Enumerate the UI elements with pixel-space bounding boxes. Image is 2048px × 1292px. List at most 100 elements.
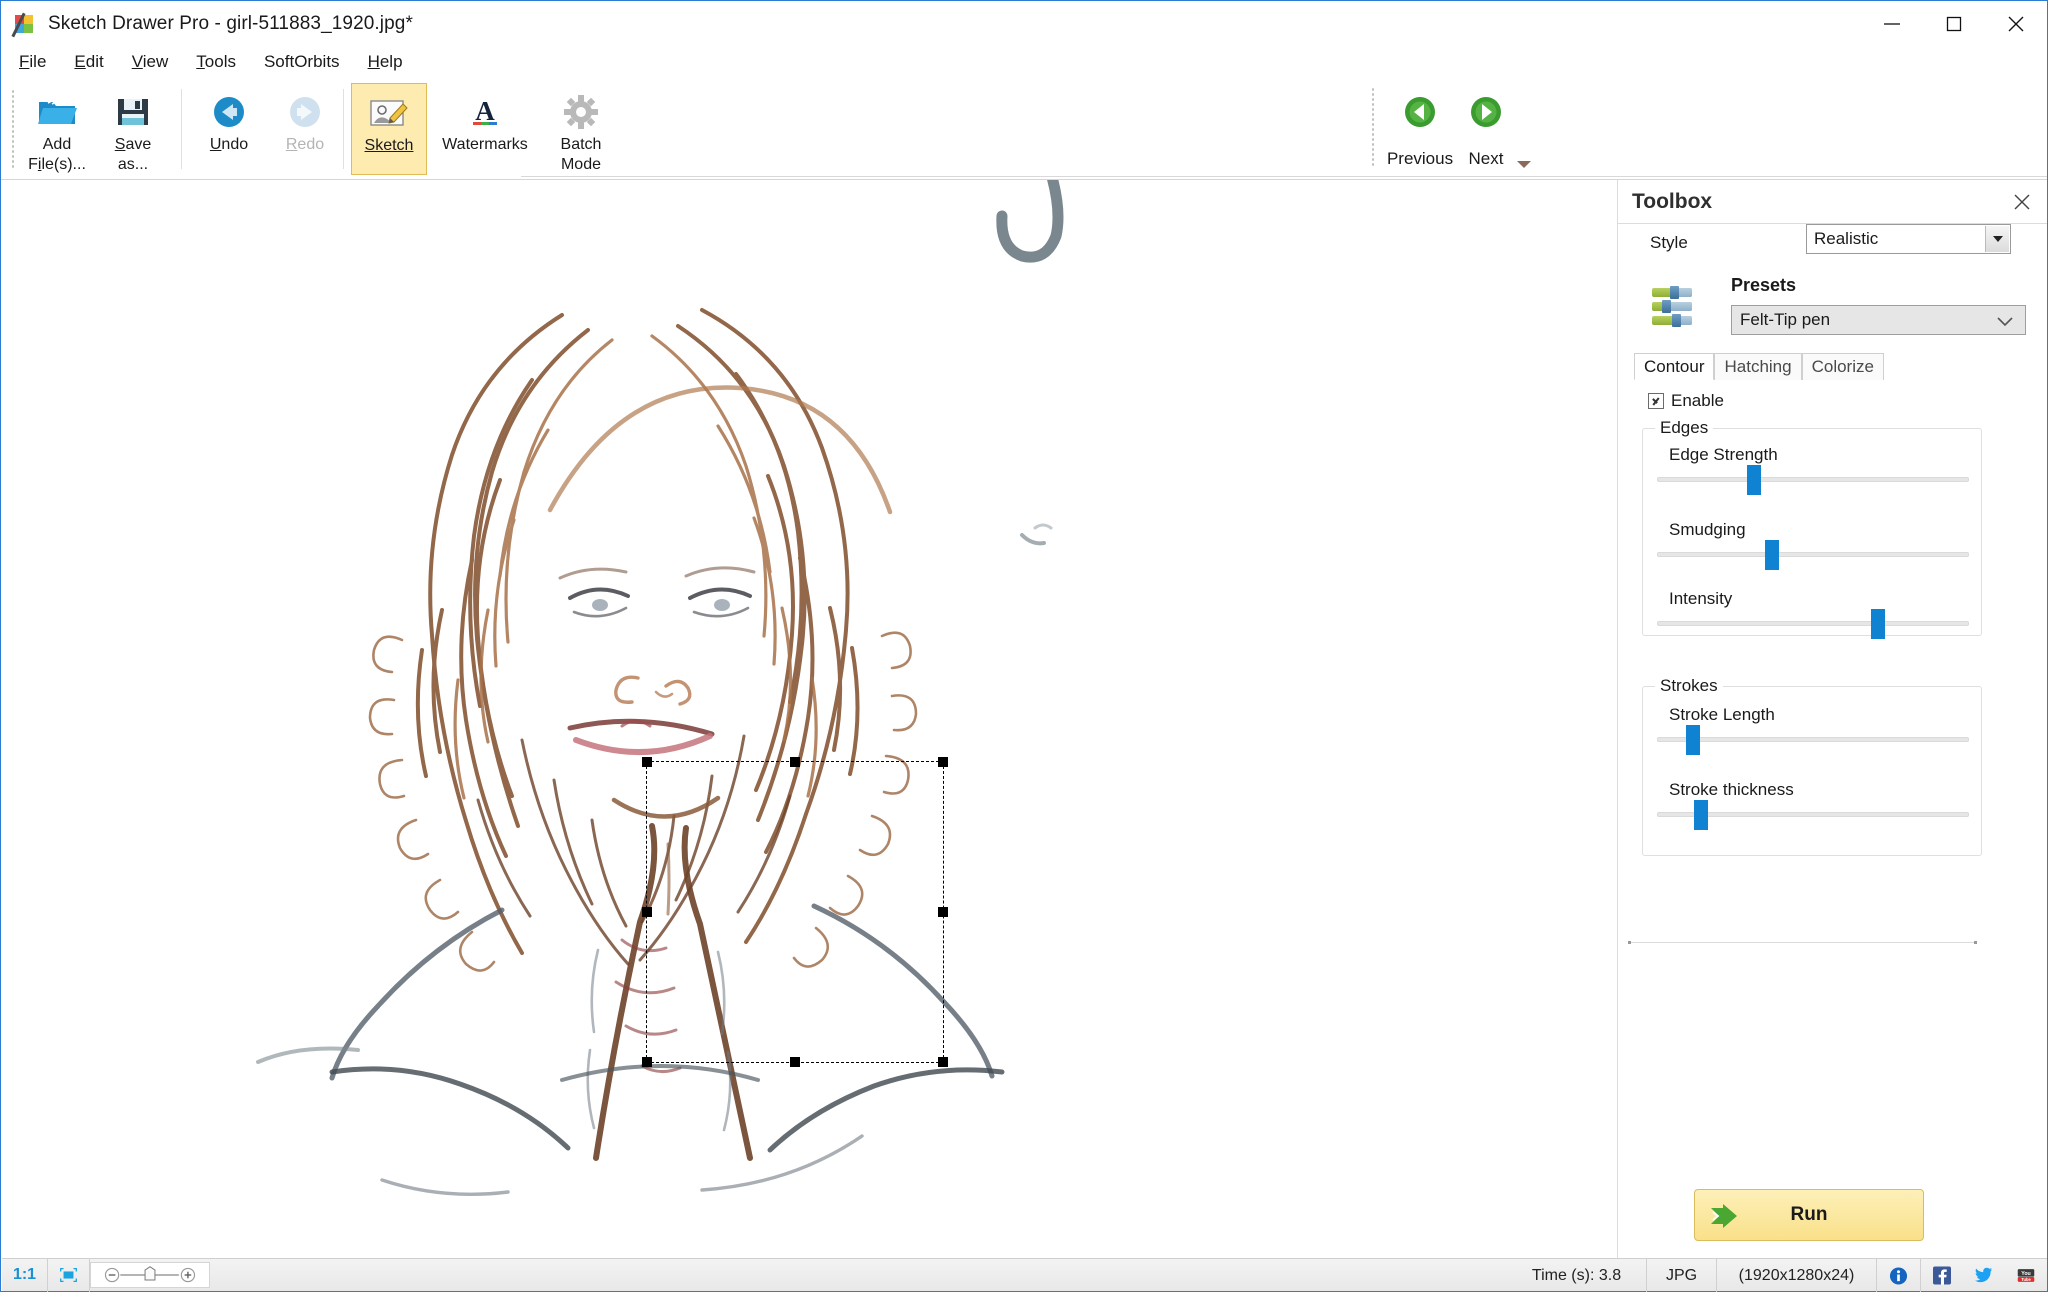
edges-group: Edges Edge Strength Smudging Intensity: [1642, 418, 1982, 639]
toolbox-header: Toolbox: [1618, 180, 2047, 224]
stroke-length-slider[interactable]: [1657, 725, 1969, 755]
toolbox-divider: [1628, 942, 1976, 943]
smudging-slider[interactable]: [1657, 540, 1969, 570]
sketch-drawer-logo-icon: [11, 12, 37, 38]
stroke-thickness-label: Stroke thickness: [1669, 780, 1794, 799]
toolbar-edit-group: Undo Redo: [191, 83, 343, 175]
tab-contour[interactable]: Contour: [1634, 353, 1715, 380]
run-button[interactable]: Run: [1694, 1189, 1924, 1241]
close-icon[interactable]: [2009, 189, 2035, 215]
add-files-button[interactable]: Add File(s)...: [19, 83, 95, 175]
presets-label: Presets: [1731, 275, 1797, 295]
edges-group-title: Edges: [1655, 418, 1714, 438]
ribbon-expand-icon[interactable]: [1517, 161, 1531, 168]
application-window: Sketch Drawer Pro - girl-511883_1920.jpg…: [0, 0, 2048, 1292]
resize-handle-w[interactable]: [642, 907, 652, 917]
resize-handle-nw[interactable]: [642, 757, 652, 767]
menu-item-view[interactable]: View: [129, 50, 172, 74]
toolbar-file-group: Add File(s)... Save as...: [19, 83, 171, 175]
presets-value: Felt-Tip pen: [1740, 310, 1831, 329]
smudging-thumb[interactable]: [1765, 540, 1779, 570]
zoom-ratio[interactable]: 1:1: [2, 1258, 48, 1292]
sketch-button[interactable]: Sketch: [351, 83, 427, 175]
redo-label: Redo: [285, 136, 325, 153]
toolbar-grip[interactable]: [11, 89, 15, 169]
menu-item-softorbits[interactable]: SoftOrbits: [261, 50, 343, 74]
undo-label: Undo: [209, 136, 249, 153]
undo-button[interactable]: Undo: [191, 83, 267, 175]
resize-handle-se[interactable]: [938, 1057, 948, 1067]
next-button[interactable]: Next: [1453, 83, 1519, 169]
toolbox-title: Toolbox: [1632, 189, 1713, 213]
youtube-icon[interactable]: You Tube: [2005, 1259, 2047, 1292]
intensity-thumb[interactable]: [1871, 609, 1885, 639]
stroke-length-label: Stroke Length: [1669, 705, 1775, 724]
floppy-save-icon: [115, 91, 151, 133]
next-label: Next: [1468, 149, 1504, 168]
add-files-label: Add File(s)...: [28, 136, 86, 173]
status-right-group: Time (s): 3.8 JPG (1920x1280x24) You Tub…: [1507, 1259, 2047, 1292]
edge-strength-slider[interactable]: [1657, 465, 1969, 495]
redo-button[interactable]: Redo: [267, 83, 343, 175]
toolbox-tabs: Contour Hatching Colorize: [1634, 352, 2032, 380]
watermarks-button[interactable]: A Watermarks: [427, 83, 543, 175]
minimize-button[interactable]: [1861, 1, 1923, 47]
edge-strength-thumb[interactable]: [1747, 465, 1761, 495]
save-as-label: Save as...: [114, 136, 152, 173]
resize-handle-e[interactable]: [938, 907, 948, 917]
style-value: Realistic: [1814, 229, 1879, 248]
previous-button[interactable]: Previous: [1387, 83, 1453, 169]
zoom-slider[interactable]: [90, 1262, 210, 1288]
selection-marquee[interactable]: [642, 757, 948, 1067]
stroke-length-thumb[interactable]: [1686, 725, 1700, 755]
resize-handle-s[interactable]: [790, 1057, 800, 1067]
info-icon[interactable]: [1877, 1259, 1921, 1292]
enable-label: Enable: [1671, 391, 1724, 410]
intensity-slider[interactable]: [1657, 609, 1969, 639]
menu-item-file[interactable]: FFileile: [16, 50, 49, 74]
save-as-button[interactable]: Save as...: [95, 83, 171, 175]
watermarks-label: Watermarks: [442, 136, 528, 153]
menu-item-edit[interactable]: Edit: [71, 50, 106, 74]
gear-icon: [563, 91, 599, 133]
fit-to-window-icon[interactable]: [48, 1258, 90, 1292]
checkbox-checked-icon[interactable]: [1648, 393, 1664, 409]
intensity-label: Intensity: [1669, 589, 1733, 608]
chevron-down-icon[interactable]: [1985, 226, 2009, 252]
green-run-arrow-icon: [1709, 1204, 1739, 1228]
stroke-thickness-slider[interactable]: [1657, 800, 1969, 830]
enable-checkbox-row[interactable]: Enable: [1648, 391, 1724, 411]
svg-text:You: You: [2021, 1271, 2031, 1277]
stroke-thickness-thumb[interactable]: [1694, 800, 1708, 830]
processing-time: Time (s): 3.8: [1507, 1259, 1647, 1292]
menu-item-tools[interactable]: Tools: [193, 50, 239, 74]
style-dropdown[interactable]: Realistic: [1806, 224, 2011, 254]
title-bar: Sketch Drawer Pro - girl-511883_1920.jpg…: [1, 1, 2047, 47]
batch-mode-button[interactable]: Batch Mode: [543, 83, 619, 175]
resize-handle-ne[interactable]: [938, 757, 948, 767]
sketch-preview-image: [2, 180, 1616, 1259]
resize-handle-n[interactable]: [790, 757, 800, 767]
menu-item-help[interactable]: Help: [365, 50, 406, 74]
file-format: JPG: [1647, 1259, 1717, 1292]
toolbox-panel: Toolbox Style Realistic Presets Felt-Tip…: [1617, 180, 2047, 1259]
redo-arrow-icon: [287, 91, 323, 133]
resize-handle-sw[interactable]: [642, 1057, 652, 1067]
tab-colorize[interactable]: Colorize: [1801, 353, 1884, 380]
chevron-down-icon[interactable]: [1997, 314, 2013, 332]
window-controls: [1861, 1, 2047, 47]
tab-hatching[interactable]: Hatching: [1714, 353, 1802, 380]
facebook-icon[interactable]: [1921, 1259, 1963, 1292]
maximize-button[interactable]: [1923, 1, 1985, 47]
close-button[interactable]: [1985, 1, 2047, 47]
presets-dropdown[interactable]: Felt-Tip pen: [1731, 305, 2026, 335]
smudging-label: Smudging: [1669, 520, 1746, 539]
image-canvas[interactable]: [2, 180, 1616, 1259]
svg-text:A: A: [475, 96, 495, 126]
twitter-icon[interactable]: [1963, 1259, 2005, 1292]
undo-arrow-icon: [211, 91, 247, 133]
open-folder-icon: [36, 91, 78, 133]
navigation-grip[interactable]: [1371, 87, 1375, 167]
batch-mode-label: Batch Mode: [560, 136, 602, 173]
sketch-label: Sketch: [364, 137, 414, 154]
